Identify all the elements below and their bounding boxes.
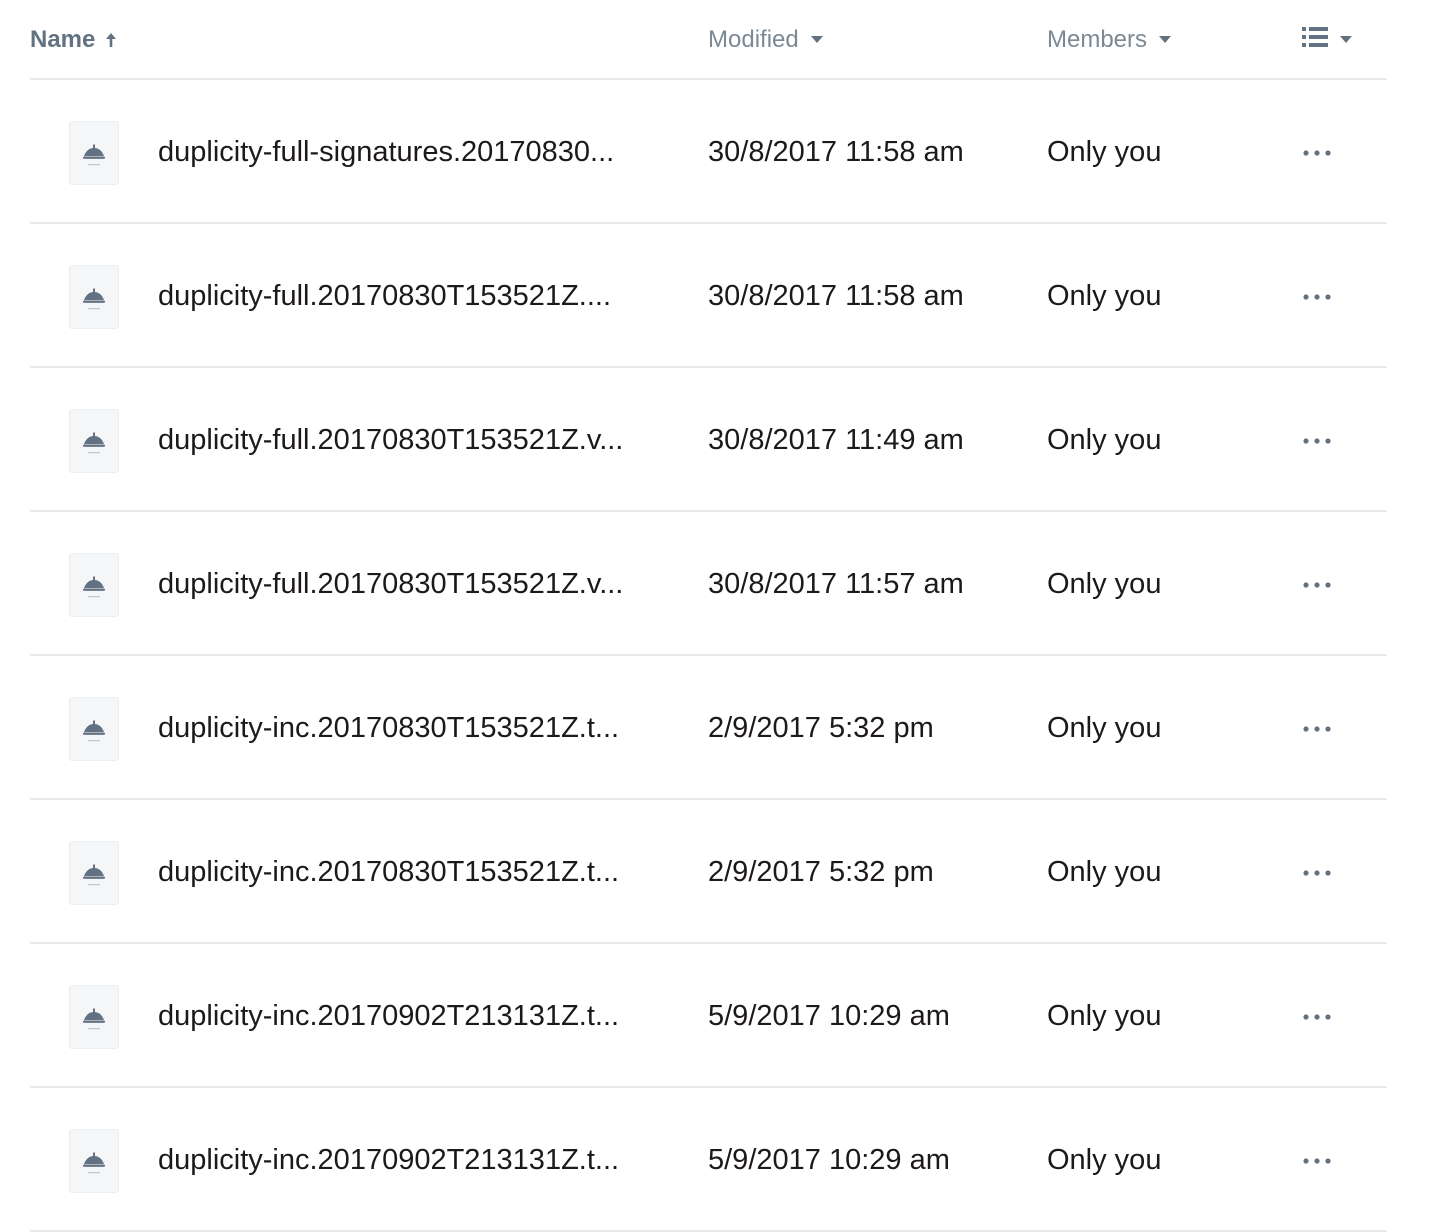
arrow-up-icon	[105, 32, 117, 48]
file-members: Only you	[1047, 712, 1162, 744]
file-icon	[70, 410, 118, 472]
file-icon	[70, 842, 118, 904]
file-members: Only you	[1047, 280, 1162, 312]
caret-down-icon	[810, 36, 823, 44]
file-name[interactable]: duplicity-inc.20170902T213131Z.t...	[158, 996, 658, 1036]
table-row[interactable]: duplicity-full.20170830T153521Z.v... 30/…	[30, 368, 1387, 512]
file-name[interactable]: duplicity-full.20170830T153521Z.v...	[158, 564, 658, 604]
table-row[interactable]: duplicity-full-signatures.20170830... 30…	[30, 80, 1387, 224]
table-row[interactable]: duplicity-inc.20170902T213131Z.t... 5/9/…	[30, 1088, 1387, 1232]
more-options-button[interactable]	[1296, 281, 1338, 311]
table-row[interactable]: duplicity-full.20170830T153521Z.... 30/8…	[30, 224, 1387, 368]
file-modified: 30/8/2017 11:58 am	[708, 136, 964, 168]
file-name[interactable]: duplicity-inc.20170902T213131Z.t...	[158, 1140, 658, 1180]
file-name[interactable]: duplicity-full.20170830T153521Z....	[158, 276, 658, 316]
file-modified: 5/9/2017 10:29 am	[708, 1000, 950, 1032]
more-options-icon	[1303, 719, 1331, 737]
file-members: Only you	[1047, 568, 1162, 600]
more-options-button[interactable]	[1296, 1001, 1338, 1031]
file-members: Only you	[1047, 856, 1162, 888]
file-modified: 2/9/2017 5:32 pm	[708, 856, 934, 888]
more-options-icon	[1303, 431, 1331, 449]
list-header: Name Modified Members	[30, 0, 1387, 80]
table-row[interactable]: duplicity-full.20170830T153521Z.v... 30/…	[30, 512, 1387, 656]
caret-down-icon	[1340, 36, 1352, 44]
more-options-button[interactable]	[1296, 137, 1338, 167]
file-name[interactable]: duplicity-inc.20170830T153521Z.t...	[158, 708, 658, 748]
more-options-icon	[1303, 143, 1331, 161]
column-header-members[interactable]: Members	[1047, 24, 1172, 56]
view-options-button[interactable]	[1302, 24, 1352, 56]
file-name[interactable]: duplicity-full-signatures.20170830...	[158, 132, 658, 172]
file-members: Only you	[1047, 424, 1162, 456]
file-rows: duplicity-full-signatures.20170830... 30…	[30, 80, 1387, 1232]
more-options-icon	[1303, 1151, 1331, 1169]
list-view-icon	[1302, 26, 1328, 55]
file-modified: 30/8/2017 11:57 am	[708, 568, 964, 600]
file-modified: 2/9/2017 5:32 pm	[708, 712, 934, 744]
column-header-members-label: Members	[1047, 26, 1148, 53]
column-header-name[interactable]: Name	[30, 24, 117, 56]
file-list: Name Modified Members duplicity-full-sig…	[30, 0, 1387, 1232]
more-options-icon	[1303, 575, 1331, 593]
file-icon	[70, 698, 118, 760]
more-options-button[interactable]	[1296, 857, 1338, 887]
file-members: Only you	[1047, 1144, 1162, 1176]
file-modified: 30/8/2017 11:58 am	[708, 280, 964, 312]
more-options-button[interactable]	[1296, 425, 1338, 455]
more-options-button[interactable]	[1296, 1145, 1338, 1175]
caret-down-icon	[1159, 36, 1172, 44]
more-options-icon	[1303, 863, 1331, 881]
column-header-name-label: Name	[30, 26, 96, 53]
file-name[interactable]: duplicity-inc.20170830T153521Z.t...	[158, 852, 658, 892]
file-icon	[70, 554, 118, 616]
file-icon	[70, 122, 118, 184]
column-header-modified-label: Modified	[708, 26, 799, 53]
file-modified: 30/8/2017 11:49 am	[708, 424, 964, 456]
table-row[interactable]: duplicity-inc.20170902T213131Z.t... 5/9/…	[30, 944, 1387, 1088]
more-options-icon	[1303, 1007, 1331, 1025]
column-header-modified[interactable]: Modified	[708, 24, 823, 56]
table-row[interactable]: duplicity-inc.20170830T153521Z.t... 2/9/…	[30, 656, 1387, 800]
file-modified: 5/9/2017 10:29 am	[708, 1144, 950, 1176]
file-icon	[70, 266, 118, 328]
more-options-icon	[1303, 287, 1331, 305]
table-row[interactable]: duplicity-inc.20170830T153521Z.t... 2/9/…	[30, 800, 1387, 944]
file-members: Only you	[1047, 136, 1162, 168]
more-options-button[interactable]	[1296, 569, 1338, 599]
file-members: Only you	[1047, 1000, 1162, 1032]
file-icon	[70, 1130, 118, 1192]
file-name[interactable]: duplicity-full.20170830T153521Z.v...	[158, 420, 658, 460]
file-icon	[70, 986, 118, 1048]
more-options-button[interactable]	[1296, 713, 1338, 743]
